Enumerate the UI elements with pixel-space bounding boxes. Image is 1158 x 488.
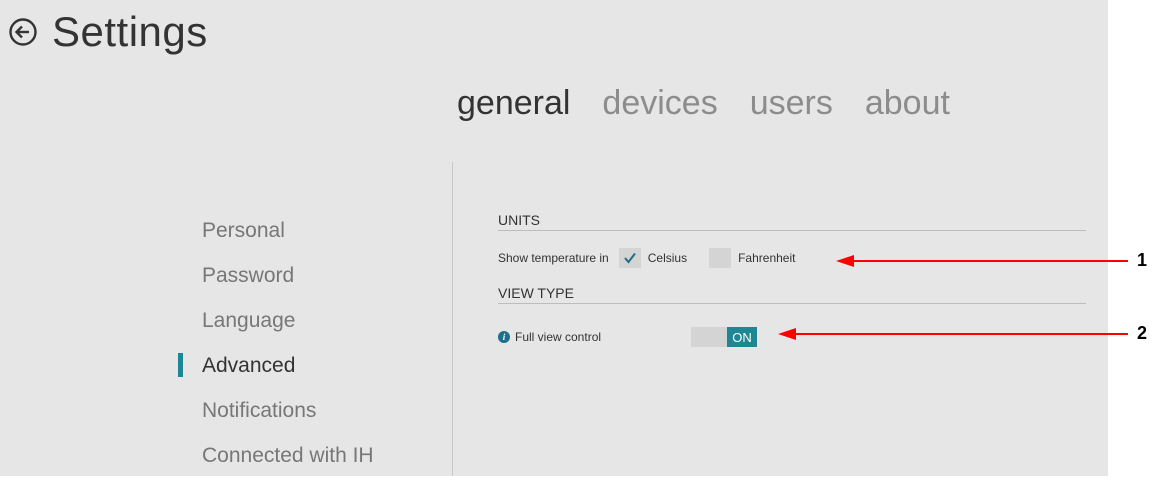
annotation-arrows [778, 255, 1128, 340]
annotation-arrowhead-2 [778, 328, 796, 340]
callout-2: 2 [1137, 323, 1148, 343]
annotation-arrowhead-1 [836, 255, 854, 267]
callout-1: 1 [1137, 250, 1148, 270]
